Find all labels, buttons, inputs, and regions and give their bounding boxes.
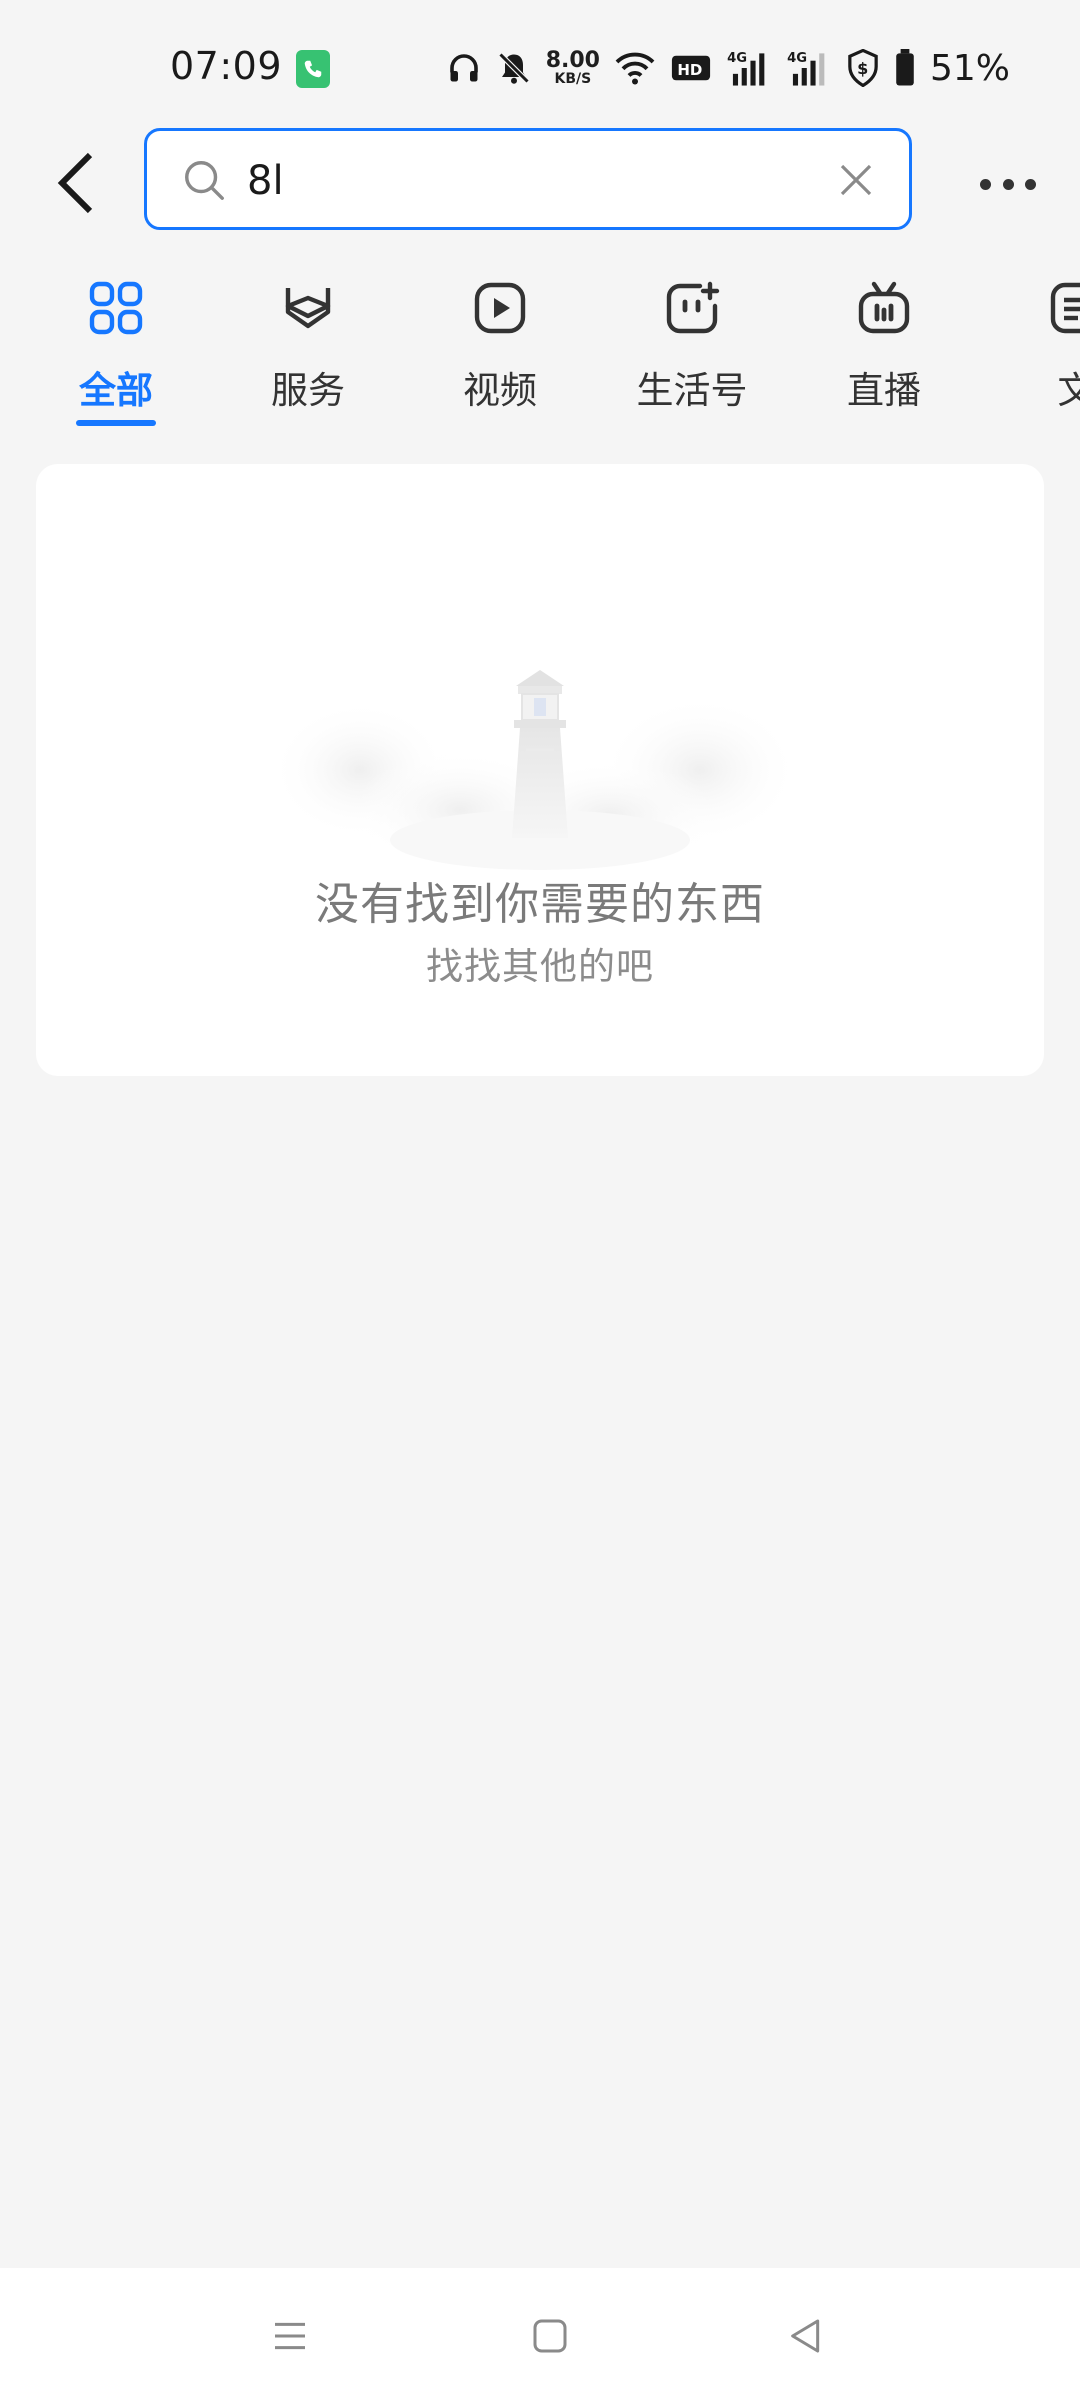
search-query-text: 8l: [247, 158, 284, 204]
tab-service[interactable]: 服务: [228, 270, 388, 430]
tab-label: 全部: [79, 369, 153, 412]
search-header: 8l: [0, 128, 1080, 238]
tab-label: 直播: [847, 369, 921, 412]
tab-label: 生活号: [636, 369, 748, 412]
empty-state-subtitle: 找找其他的吧: [426, 945, 654, 988]
security-shield-icon: $: [846, 49, 880, 87]
tab-article[interactable]: 文: [996, 270, 1080, 430]
silent-icon: [496, 50, 532, 86]
system-nav-bar: [0, 2268, 1080, 2400]
tab-video[interactable]: 视频: [420, 270, 580, 430]
tab-life-account[interactable]: 生活号: [612, 270, 772, 430]
call-indicator-icon: [296, 50, 330, 88]
more-dot: [980, 178, 991, 190]
clear-search-button[interactable]: [835, 159, 877, 201]
net-speed: 8.00 KB/S: [545, 48, 600, 87]
grid-icon: [88, 270, 144, 346]
chevron-left-icon: [57, 152, 93, 214]
svg-text:$: $: [857, 59, 868, 78]
more-dot: [1025, 178, 1036, 190]
menu-icon: [275, 2322, 305, 2350]
wifi-icon: [614, 50, 656, 86]
more-dot: [1002, 178, 1014, 190]
live-tv-icon: [856, 270, 912, 346]
tab-label: 文: [1057, 369, 1080, 412]
status-icons: 8.00 KB/S HD 4G 4G $ 51%: [446, 46, 1010, 90]
empty-result-card: 没有找到你需要的东西 找找其他的吧: [36, 464, 1044, 1076]
tab-all[interactable]: 全部: [36, 270, 196, 430]
back-button[interactable]: [48, 148, 104, 218]
signal-4g-icon: 4G: [786, 49, 832, 87]
menu-button[interactable]: [260, 2306, 320, 2366]
home-button[interactable]: [520, 2306, 580, 2366]
hd-icon: HD: [670, 53, 712, 83]
service-icon: [280, 270, 336, 346]
tab-label: 视频: [463, 369, 537, 412]
status-bar: 07:09 8.00 KB/S HD 4G 4G $ 51%: [0, 0, 1080, 130]
more-options-button[interactable]: [980, 164, 1036, 204]
net-speed-unit: KB/S: [554, 71, 592, 87]
video-play-icon: [472, 270, 528, 346]
svg-text:4G: 4G: [787, 51, 807, 66]
net-speed-value: 8.00: [545, 48, 600, 73]
svg-text:HD: HD: [677, 61, 702, 79]
back-triangle-icon: [791, 2319, 820, 2353]
category-tabs: 全部 服务 视频 生活号 直播 文: [0, 270, 1080, 430]
svg-text:4G: 4G: [727, 51, 747, 66]
home-icon: [533, 2319, 567, 2353]
tab-live[interactable]: 直播: [804, 270, 964, 430]
signal-4g-icon: 4G: [726, 49, 772, 87]
battery-icon: [894, 49, 916, 87]
search-icon: [181, 157, 227, 207]
status-time: 07:09: [170, 44, 283, 88]
tab-label: 服务: [271, 369, 345, 412]
life-account-icon: [664, 270, 720, 346]
headphones-icon: [446, 50, 482, 86]
empty-state-title: 没有找到你需要的东西: [315, 879, 765, 930]
battery-percent: 51%: [929, 47, 1010, 89]
article-icon: [1048, 270, 1080, 346]
lighthouse-illustration: [270, 660, 810, 870]
close-icon: [840, 164, 872, 196]
system-back-button[interactable]: [776, 2306, 836, 2366]
active-tab-indicator: [76, 420, 156, 426]
search-input[interactable]: 8l: [144, 128, 912, 230]
